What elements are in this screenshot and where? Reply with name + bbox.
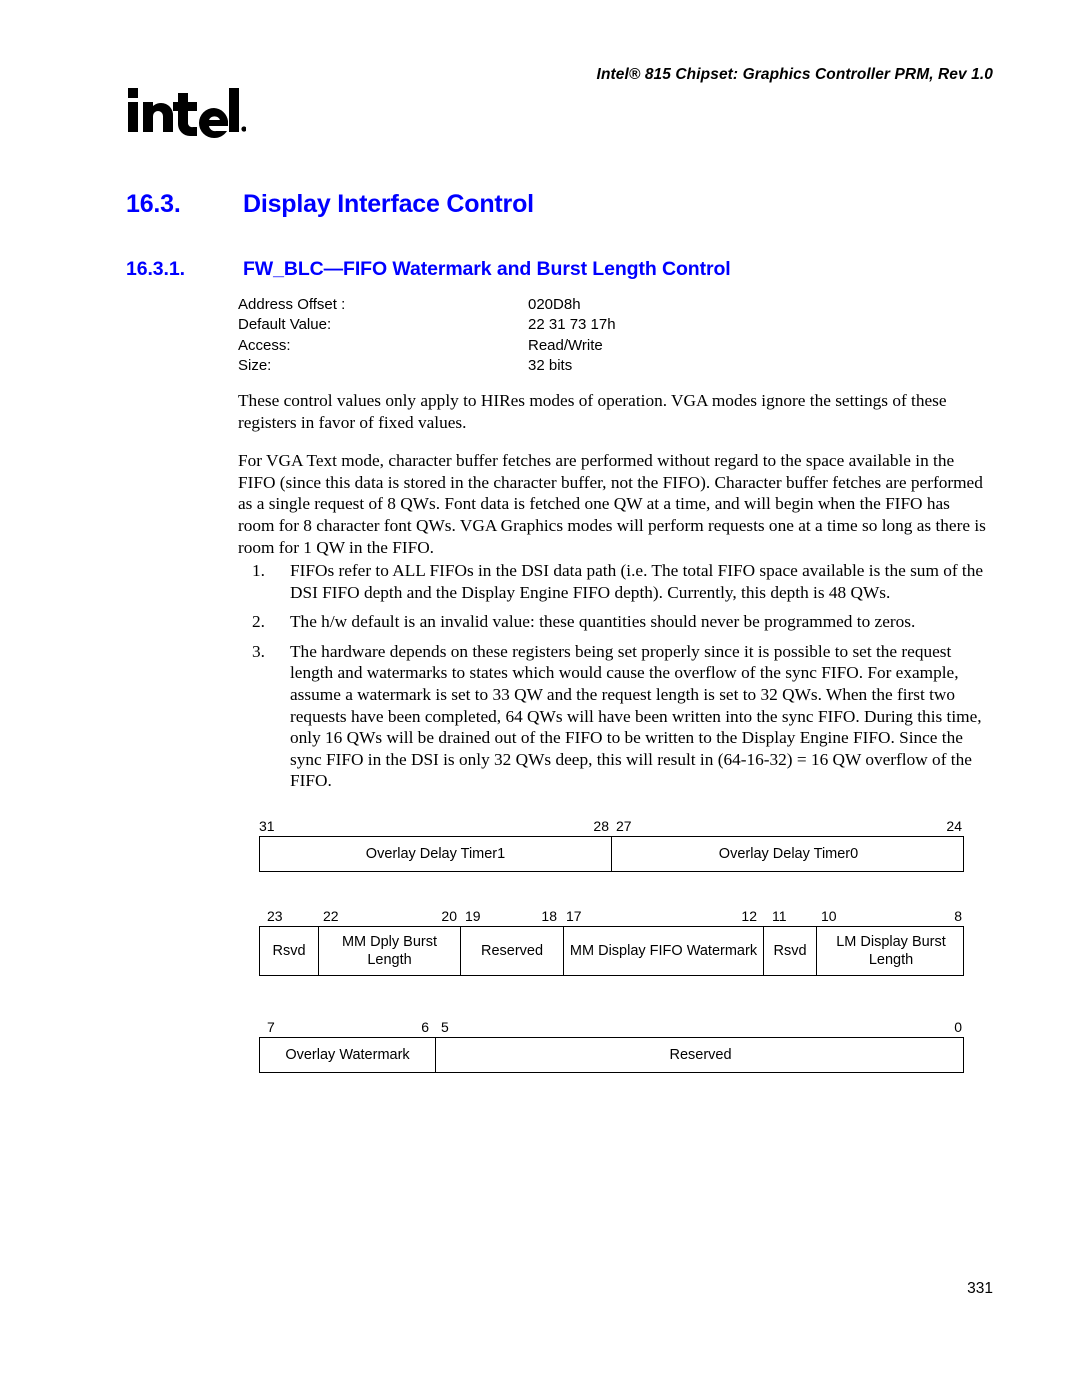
running-header: Intel® 815 Chipset: Graphics Controller … xyxy=(596,66,993,83)
bit-number-ticks: 31 28 27 24 xyxy=(259,816,964,836)
list-item: 3. The hardware depends on these registe… xyxy=(238,641,990,792)
page-number: 331 xyxy=(967,1280,993,1297)
attribute-label: Address Offset : xyxy=(238,296,346,313)
bitfield-cell: Reserved xyxy=(461,927,564,975)
subsection-number: 16.3.1. xyxy=(126,258,185,280)
bitfield-diagram-bits-31-24: 31 28 27 24 Overlay Delay Timer1 Overlay Del… xyxy=(259,816,964,872)
bit-number-label: 24 xyxy=(946,818,962,834)
bitfield-row: Rsvd MM Dply Burst Length Reserved MM Displ… xyxy=(259,926,964,976)
table-row: Access: Read/Write xyxy=(238,336,616,356)
bitfield-row: Overlay Delay Timer1 Overlay Delay Timer0 xyxy=(259,836,964,872)
attribute-value: 22 31 73 17h xyxy=(528,316,616,334)
bit-number-label: 17 xyxy=(566,908,582,924)
attribute-value: 32 bits xyxy=(528,357,573,375)
list-item-text: FIFOs refer to ALL FIFOs in the DSI data… xyxy=(290,561,984,602)
bit-number-label: 23 xyxy=(267,908,283,924)
attribute-value: Read/Write xyxy=(528,336,603,354)
section-number: 16.3. xyxy=(126,190,181,218)
intel-logo xyxy=(126,84,246,140)
bitfield-cell: Overlay Watermark xyxy=(260,1038,436,1072)
bitfield-cell: LM Display Burst Length xyxy=(836,934,946,968)
bit-number-label: 8 xyxy=(954,908,962,924)
bitfield-cell: Reserved xyxy=(669,1047,732,1063)
bit-number-label: 28 xyxy=(593,818,609,834)
paragraph: These control values only apply to HIRes… xyxy=(238,391,947,432)
attribute-label: Access: xyxy=(238,336,291,354)
bitfield-cell: Overlay Delay Timer1 xyxy=(260,837,612,871)
subsection-title: FW_BLC—FIFO Watermark and Burst Length C… xyxy=(243,258,731,280)
bitfield-row: Overlay Watermark Reserved xyxy=(259,1037,964,1073)
bit-number-label: 7 xyxy=(267,1019,275,1035)
bit-number-label: 10 xyxy=(821,908,837,924)
body-text: These control values only apply to HIRes… xyxy=(238,390,990,575)
paragraph: For VGA Text mode, character buffer fetc… xyxy=(238,451,986,557)
bit-number-label: 20 xyxy=(441,908,457,924)
table-row: Default Value: 22 31 73 17h xyxy=(238,315,616,335)
table-row: Address Offset : 020D8h xyxy=(238,295,616,315)
document-page: Intel® 815 Chipset: Graphics Controller … xyxy=(0,0,1080,1397)
list-marker: 3. xyxy=(252,641,265,661)
attribute-value: 020D8h xyxy=(528,296,581,313)
bit-number-label: 12 xyxy=(741,908,757,924)
bit-number-label: 5 xyxy=(441,1019,449,1035)
bitfield-cell: Overlay Delay Timer0 xyxy=(718,846,859,862)
section-heading-16-3-1: 16.3.1. FW_BLC—FIFO Watermark and Burst L… xyxy=(126,258,731,281)
bit-number-label: 11 xyxy=(772,908,787,924)
bit-number-label: 22 xyxy=(323,908,339,924)
list-marker: 1. xyxy=(252,561,265,580)
register-attributes-table: Address Offset : 020D8h Default Value: 2… xyxy=(238,295,616,377)
register-attributes-body: Address Offset : 020D8h Default Value: 2… xyxy=(238,295,616,377)
attribute-label: Default Value: xyxy=(238,316,332,334)
bitfield-cell: Rsvd xyxy=(764,927,817,975)
bitfield-cell: MM Dply Burst Length xyxy=(319,927,461,975)
bit-number-label: 18 xyxy=(541,908,557,924)
list-item: 1. FIFOs refer to ALL FIFOs in the DSI d… xyxy=(238,560,990,603)
list-marker: 2. xyxy=(252,612,265,632)
numbered-notes-list: 1. FIFOs refer to ALL FIFOs in the DSI d… xyxy=(238,560,990,800)
bit-number-ticks: 23 22 20 19 18 17 12 11 10 8 xyxy=(259,906,964,926)
attribute-label: Size: xyxy=(238,357,272,375)
bitfield-diagram-bits-7-0: 7 65 0 Overlay Watermark Reserved xyxy=(259,1017,964,1073)
bit-number-label: 19 xyxy=(465,908,481,924)
bitfield-diagram-bits-23-8: 23 22 20 19 18 17 12 11 10 8 Rsvd MM Dply Burst Le… xyxy=(259,906,964,976)
list-item: 2. The h/w default is an invalid value: … xyxy=(238,611,990,633)
bit-number-label: 6 xyxy=(421,1019,429,1035)
list-item-text: The hardware depends on these registers … xyxy=(290,641,982,791)
section-title: Display Interface Control xyxy=(243,190,534,218)
list-item-text: The h/w default is an invalid value: the… xyxy=(290,612,916,632)
table-row: Size: 32 bits xyxy=(238,356,616,376)
bit-number-label: 31 xyxy=(259,818,275,834)
bit-number-label: 0 xyxy=(954,1019,962,1035)
bitfield-cell: Rsvd xyxy=(260,927,319,975)
bit-number-label: 27 xyxy=(616,818,632,834)
bit-number-ticks: 7 65 0 xyxy=(259,1017,964,1037)
bitfield-cell: MM Display FIFO Watermark xyxy=(564,927,764,975)
section-heading-16-3: 16.3. Display Interface Control xyxy=(126,190,534,219)
